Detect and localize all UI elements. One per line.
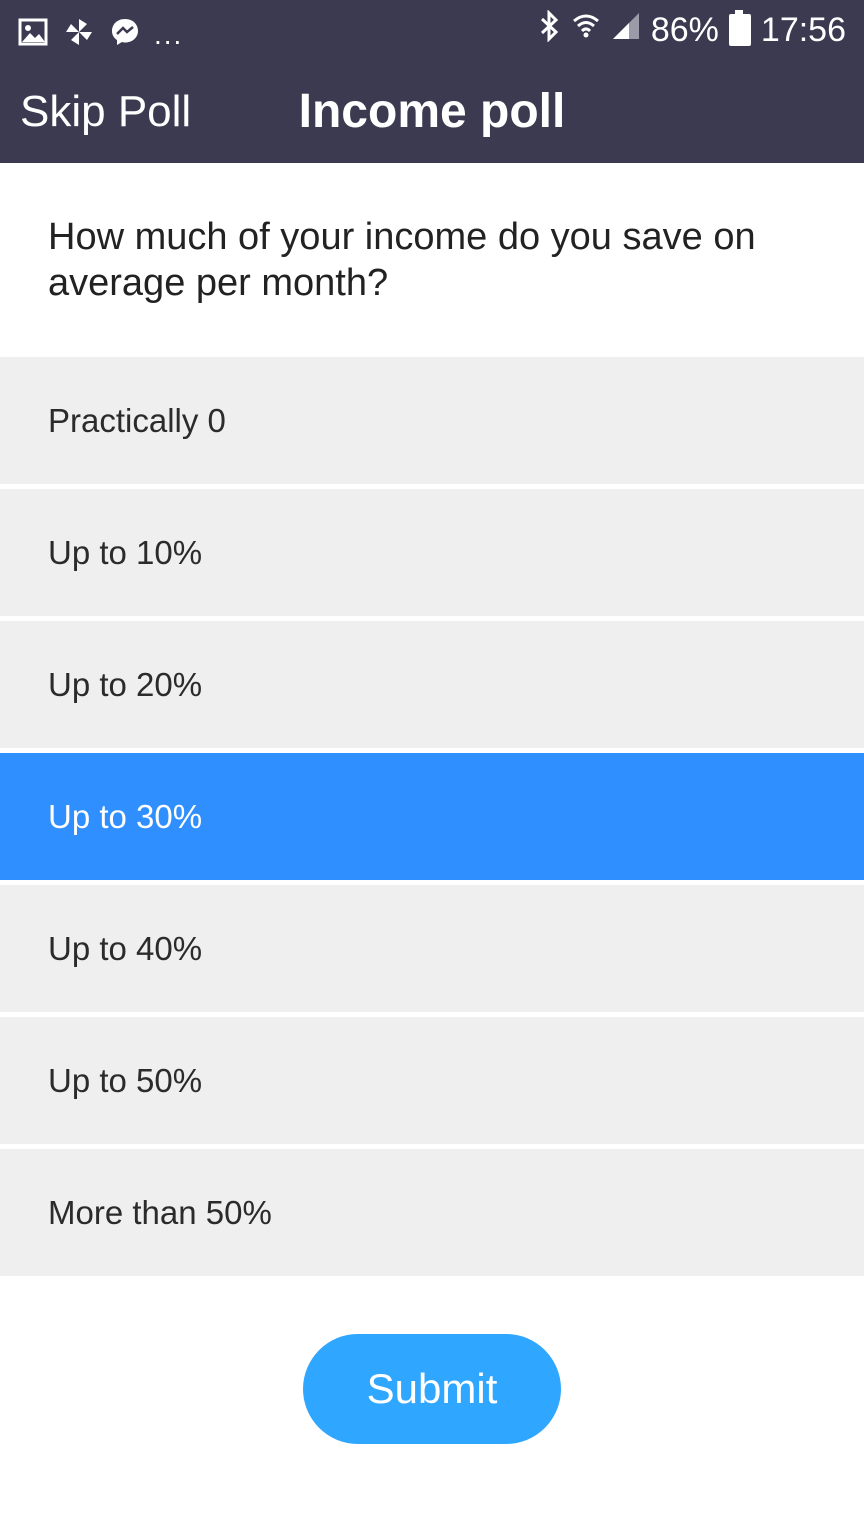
signal-icon — [611, 11, 641, 50]
option-up-to-30[interactable]: Up to 30% — [0, 753, 864, 880]
battery-icon — [728, 10, 751, 46]
poll-question: How much of your income do you save on a… — [48, 216, 756, 304]
submit-button[interactable]: Submit — [303, 1334, 561, 1444]
gallery-icon — [16, 15, 50, 49]
wifi-icon — [571, 11, 601, 50]
poll-options: Practically 0 Up to 10% Up to 20% Up to … — [0, 357, 864, 1281]
status-left: ... — [16, 12, 183, 52]
messenger-icon — [108, 15, 142, 49]
option-up-to-10[interactable]: Up to 10% — [0, 489, 864, 616]
page-title: Income poll — [298, 85, 566, 138]
bluetooth-icon — [539, 8, 561, 51]
option-up-to-50[interactable]: Up to 50% — [0, 1017, 864, 1144]
clock: 17:56 — [760, 10, 846, 49]
option-up-to-20[interactable]: Up to 20% — [0, 621, 864, 748]
app-bar: Skip Poll Income poll — [0, 62, 864, 163]
status-bar: ... 86% 17:56 — [0, 0, 864, 62]
option-up-to-40[interactable]: Up to 40% — [0, 885, 864, 1012]
battery-percent: 86% — [650, 10, 719, 49]
option-practically-0[interactable]: Practically 0 — [0, 357, 864, 484]
pinwheel-icon — [62, 15, 96, 49]
status-right: 86% 17:56 — [539, 8, 846, 52]
option-more-than-50[interactable]: More than 50% — [0, 1149, 864, 1276]
more-notifications: ... — [154, 19, 184, 50]
